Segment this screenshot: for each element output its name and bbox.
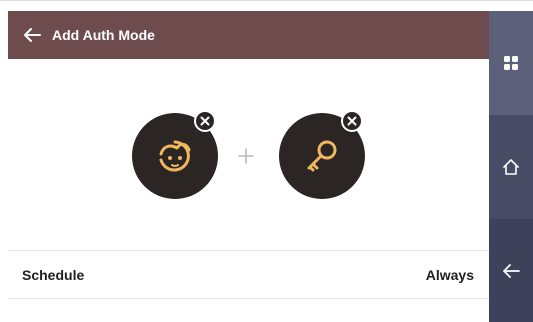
screen: Add Auth Mode Schedule Always [0,0,533,322]
remove-card-button[interactable] [341,110,363,132]
page-title: Add Auth Mode [52,27,155,43]
face-icon [159,140,191,172]
key-icon [307,140,337,172]
remove-face-button[interactable] [194,110,216,132]
auth-mode-area [8,59,489,249]
main-panel: Add Auth Mode Schedule Always [8,11,489,322]
header-back-button[interactable] [8,11,56,59]
plus-icon [238,148,254,164]
sidebar-back-button[interactable] [489,219,533,322]
close-icon [343,112,361,130]
close-icon [196,112,214,130]
sidebar-apps-button[interactable] [489,11,533,115]
back-arrow-icon [503,263,520,278]
arrow-left-icon [24,28,41,42]
sidebar-home-button[interactable] [489,115,533,219]
divider [8,298,489,299]
schedule-row[interactable]: Schedule Always [8,251,489,298]
plus-separator [234,144,258,168]
home-icon [503,159,519,175]
sidebar-nav [489,11,533,322]
header-bar: Add Auth Mode [8,11,489,59]
grid-icon [504,56,518,70]
schedule-value: Always [425,266,474,283]
schedule-label: Schedule [22,266,85,283]
